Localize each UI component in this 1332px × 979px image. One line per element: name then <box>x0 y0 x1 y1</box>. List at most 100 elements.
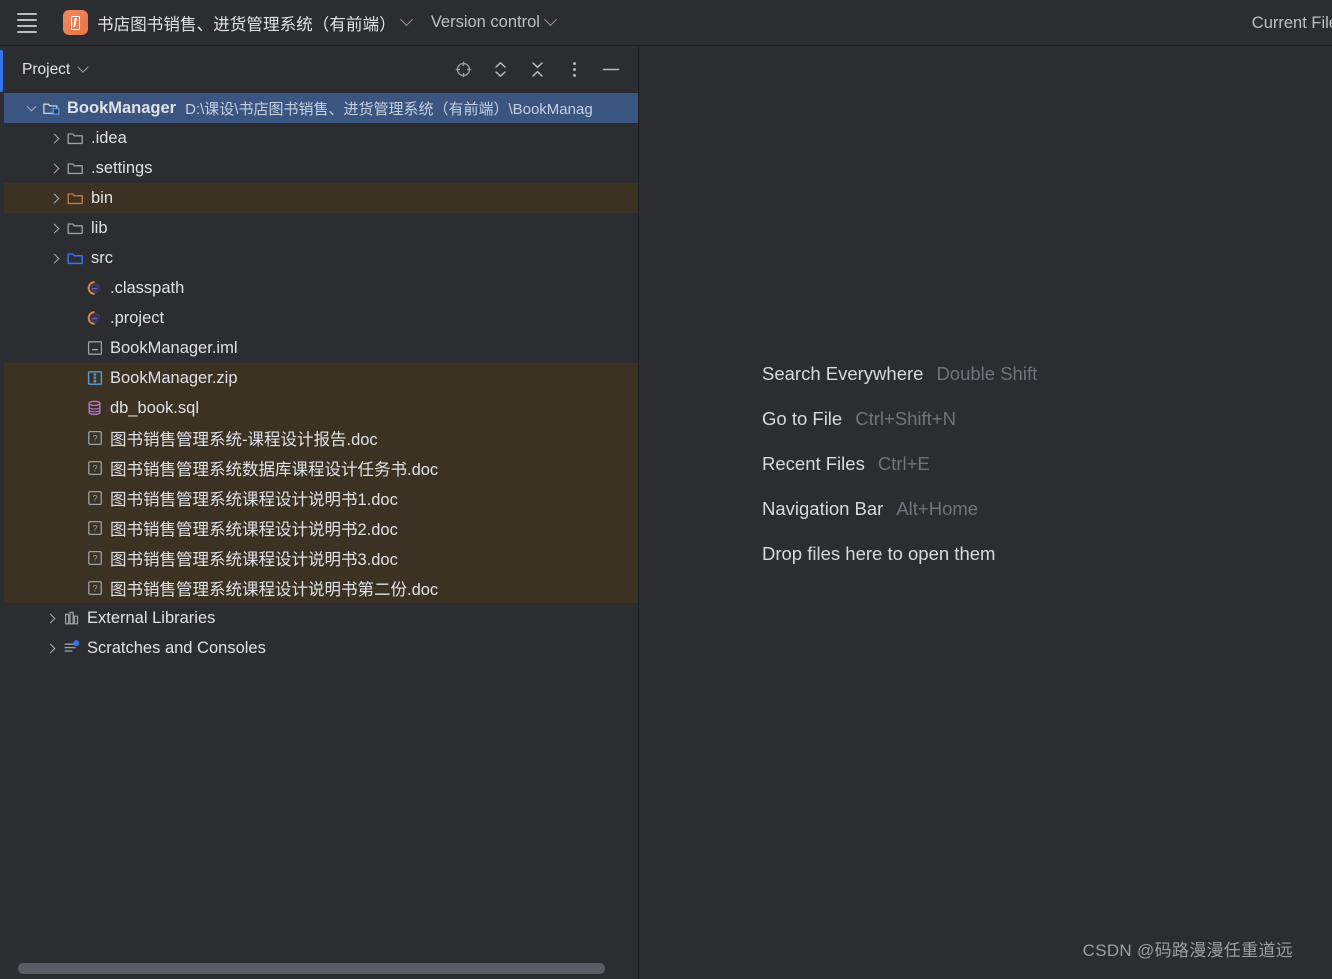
tree-item-label: .settings <box>91 159 152 178</box>
shortcut-keys: Ctrl+Shift+N <box>855 408 956 430</box>
tree-item-label: .classpath <box>110 279 184 298</box>
folder-icon <box>67 160 84 177</box>
svg-text:?: ? <box>92 494 97 504</box>
ide-window: 书店图书销售、进货管理系统（有前端） Version control Curre… <box>0 0 1332 979</box>
svg-text:?: ? <box>92 554 97 564</box>
run-configuration-selector[interactable]: Current File <box>1252 14 1332 33</box>
module-folder-icon <box>43 100 60 117</box>
csdn-watermark: CSDN @码路漫漫任重道远 <box>1083 936 1293 961</box>
drop-files-hint: Drop files here to open them <box>762 543 995 565</box>
tree-row[interactable]: .settings <box>4 153 638 183</box>
tree-row[interactable]: ? 图书销售管理系统课程设计说明书3.doc <box>4 543 638 573</box>
tree-children-container: .idea .settings bin lib src .classpath .projec… <box>4 123 638 663</box>
shortcut-keys: Double Shift <box>936 363 1037 385</box>
tree-root-label: BookManager <box>67 99 176 118</box>
tree-row[interactable]: BookManager.zip <box>4 363 638 393</box>
unknown-file-icon: ? <box>86 520 103 537</box>
tree-item-label: 图书销售管理系统课程设计说明书第二份.doc <box>110 576 438 600</box>
tree-row[interactable]: .idea <box>4 123 638 153</box>
tree-row[interactable]: ? 图书销售管理系统数据库课程设计任务书.doc <box>4 453 638 483</box>
external-libraries-icon <box>63 610 80 627</box>
shortcut-action-link[interactable]: Search Everywhere <box>762 363 923 385</box>
folder-icon <box>67 190 84 207</box>
database-file-icon <box>86 400 103 417</box>
project-tool-window: Project <box>4 46 639 979</box>
chevron-right-icon[interactable] <box>47 130 63 146</box>
shortcut-row: Go to File Ctrl+Shift+N <box>762 396 1037 441</box>
chevron-right-icon[interactable] <box>47 190 63 206</box>
project-tree: BookManager D:\课设\书店图书销售、进货管理系统（有前端）\Boo… <box>4 93 638 663</box>
tree-row[interactable]: .classpath <box>4 273 638 303</box>
chevron-right-icon[interactable] <box>47 250 63 266</box>
tree-row[interactable]: .project <box>4 303 638 333</box>
tree-row[interactable]: BookManager.iml <box>4 333 638 363</box>
tree-row-root[interactable]: BookManager D:\课设\书店图书销售、进货管理系统（有前端）\Boo… <box>4 93 638 123</box>
version-control-label[interactable]: Version control <box>431 13 540 32</box>
shortcut-action-link[interactable]: Navigation Bar <box>762 498 883 520</box>
scrollbar-thumb[interactable] <box>18 963 605 974</box>
project-panel-header: Project <box>4 46 638 93</box>
collapse-all-icon[interactable] <box>526 59 548 81</box>
hamburger-menu-icon[interactable] <box>14 10 40 36</box>
tree-row[interactable]: db_book.sql <box>4 393 638 423</box>
tree-item-label: db_book.sql <box>110 399 199 418</box>
tree-item-label: lib <box>91 219 108 238</box>
shortcut-row: Navigation Bar Alt+Home <box>762 486 1037 531</box>
shortcut-row: Search Everywhere Double Shift <box>762 351 1037 396</box>
unknown-file-icon: ? <box>86 580 103 597</box>
unknown-file-icon: ? <box>86 430 103 447</box>
chevron-down-icon[interactable] <box>23 100 39 116</box>
version-control-chevron-down-icon[interactable] <box>540 9 562 37</box>
chevron-right-icon[interactable] <box>43 640 59 656</box>
svg-text:?: ? <box>92 464 97 474</box>
svg-text:?: ? <box>92 584 97 594</box>
tree-item-label: 图书销售管理系统课程设计说明书1.doc <box>110 486 398 510</box>
tree-item-label: BookManager.zip <box>110 369 238 388</box>
eclipse-file-icon <box>86 280 103 297</box>
shortcut-action-link[interactable]: Go to File <box>762 408 842 430</box>
tree-row[interactable]: External Libraries <box>4 603 638 633</box>
iml-file-icon <box>86 340 103 357</box>
chevron-right-icon[interactable] <box>43 610 59 626</box>
shortcut-keys: Ctrl+E <box>878 453 930 475</box>
shortcut-row: Recent Files Ctrl+E <box>762 441 1037 486</box>
tree-item-label: src <box>91 249 113 268</box>
hide-panel-icon[interactable] <box>600 59 622 81</box>
project-panel-toolbar <box>452 59 630 81</box>
tree-row[interactable]: lib <box>4 213 638 243</box>
tree-row[interactable]: src <box>4 243 638 273</box>
intellij-idea-app-icon[interactable] <box>63 10 88 35</box>
unknown-file-icon: ? <box>86 490 103 507</box>
tree-item-label: .idea <box>91 129 127 148</box>
tree-item-label: .project <box>110 309 164 328</box>
project-dropdown-chevron-down-icon[interactable] <box>396 9 418 37</box>
tree-item-label: 图书销售管理系统数据库课程设计任务书.doc <box>110 456 438 480</box>
tree-row[interactable]: bin <box>4 183 638 213</box>
project-stripe-active-indicator <box>0 50 3 92</box>
title-bar-right-group: Current File <box>1252 0 1332 46</box>
folder-icon <box>67 220 84 237</box>
tree-item-label: 图书销售管理系统课程设计说明书3.doc <box>110 546 398 570</box>
expand-collapse-icon[interactable] <box>489 59 511 81</box>
tree-root-path: D:\课设\书店图书销售、进货管理系统（有前端）\BookManag <box>185 98 593 119</box>
chevron-right-icon[interactable] <box>47 160 63 176</box>
shortcut-action-link[interactable]: Recent Files <box>762 453 865 475</box>
project-view-chevron-down-icon[interactable] <box>78 61 89 72</box>
tree-row[interactable]: ?图书销售管理系统-课程设计报告.doc <box>4 423 638 453</box>
select-opened-file-icon[interactable] <box>452 59 474 81</box>
project-panel-title[interactable]: Project <box>22 61 70 79</box>
tree-row[interactable]: ? 图书销售管理系统课程设计说明书第二份.doc <box>4 573 638 603</box>
more-options-icon[interactable] <box>563 59 585 81</box>
tree-row[interactable]: ? 图书销售管理系统课程设计说明书1.doc <box>4 483 638 513</box>
project-horizontal-scrollbar[interactable] <box>18 963 630 974</box>
chevron-right-icon[interactable] <box>47 220 63 236</box>
unknown-file-icon: ? <box>86 460 103 477</box>
title-bar: 书店图书销售、进货管理系统（有前端） Version control Curre… <box>0 0 1332 46</box>
shortcut-keys: Alt+Home <box>896 498 978 520</box>
editor-empty-area: Search Everywhere Double Shift Go to File C… <box>640 46 1332 979</box>
tree-row[interactable]: ?图书销售管理系统课程设计说明书2.doc <box>4 513 638 543</box>
scratches-icon <box>63 640 80 657</box>
tree-row[interactable]: Scratches and Consoles <box>4 633 638 663</box>
source-folder-icon <box>67 250 84 267</box>
project-name-label[interactable]: 书店图书销售、进货管理系统（有前端） <box>97 11 396 35</box>
